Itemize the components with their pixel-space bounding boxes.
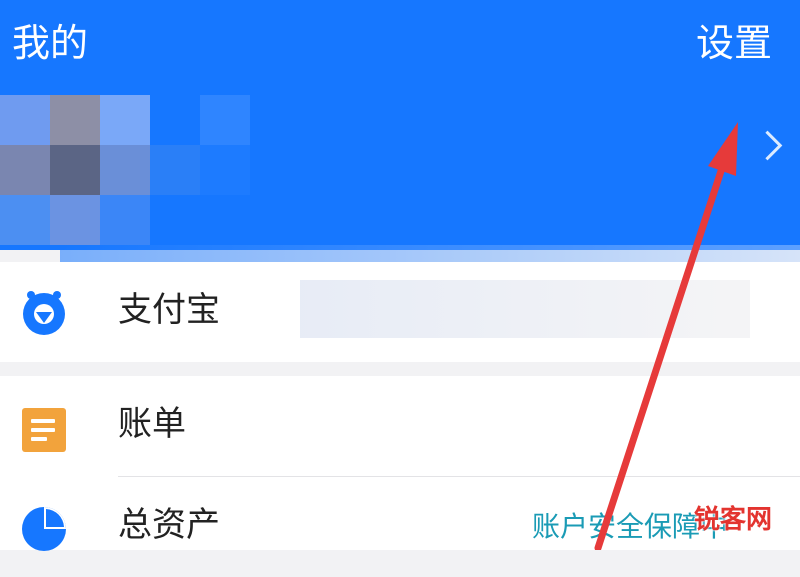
menu-list: 支付宝 账单 总资产 账户安全保障中 (0, 262, 800, 551)
menu-item-label: 账单 (118, 404, 186, 444)
avatar (0, 95, 320, 245)
page-title: 我的 (12, 21, 89, 65)
menu-item-bill[interactable]: 账单 (0, 376, 800, 476)
header-bar: 我的 设置 (0, 0, 800, 250)
menu-item-alipay[interactable]: 支付宝 (0, 262, 800, 362)
menu-item-label: 支付宝 (118, 290, 220, 330)
alipay-icon (23, 291, 65, 335)
section-gap (0, 362, 800, 376)
menu-item-total-assets[interactable]: 总资产 账户安全保障中 (0, 477, 800, 577)
profile-row[interactable] (0, 95, 800, 245)
bill-icon (22, 408, 66, 452)
blurred-region (300, 280, 750, 338)
watermark-logo: 锐客网 (693, 505, 772, 535)
settings-button[interactable]: 设置 (696, 18, 772, 68)
menu-item-label: 总资产 (118, 505, 220, 545)
pie-chart-icon (22, 507, 66, 551)
chevron-right-icon (752, 130, 783, 161)
